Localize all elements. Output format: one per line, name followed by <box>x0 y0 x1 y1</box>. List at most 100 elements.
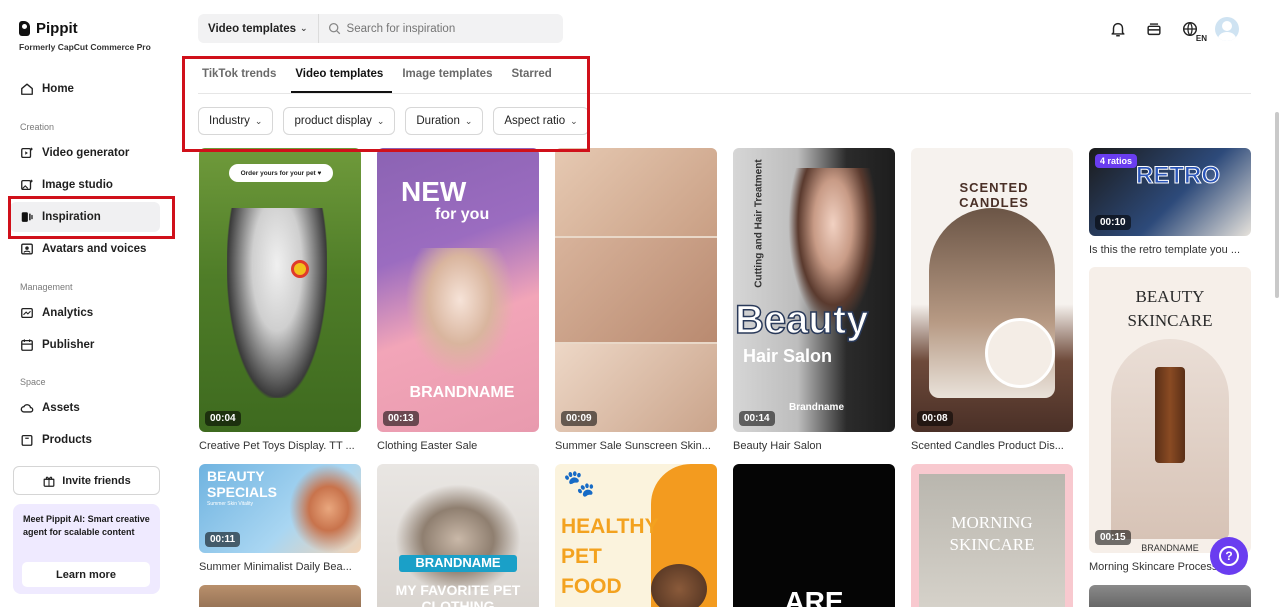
logo[interactable]: Pippit <box>19 20 78 37</box>
card-caption[interactable]: Summer Sale Sunscreen Skin... <box>555 440 717 452</box>
section-label-creation: Creation <box>20 122 55 132</box>
card-caption[interactable]: Clothing Easter Sale <box>377 440 539 452</box>
dog-image <box>227 208 327 398</box>
card-subheadline: Summer Skin Vitality <box>207 501 254 507</box>
sidebar-item-home[interactable]: Home <box>10 74 160 104</box>
gift-icon <box>42 474 56 488</box>
sidebar-item-label: Home <box>42 83 74 95</box>
card-headline: ARE <box>784 586 844 607</box>
sidebar-item-avatars-and-voices[interactable]: Avatars and voices <box>10 234 160 264</box>
filter-label: Industry <box>209 115 250 127</box>
card-headline: MORNING SKINCARE <box>949 513 1035 554</box>
template-card[interactable]: 4 ratios RETRO 00:10 <box>1089 148 1251 236</box>
sidebar-item-publisher[interactable]: Publisher <box>10 330 160 360</box>
filter-aspect-ratio[interactable]: Aspect ratio ⌄ <box>493 107 589 135</box>
sidebar-item-analytics[interactable]: Analytics <box>10 298 160 328</box>
invite-friends-button[interactable]: Invite friends <box>13 466 160 495</box>
sidebar-item-assets[interactable]: Assets <box>10 393 160 423</box>
chevron-down-icon: ⌄ <box>300 23 308 33</box>
tab-starred[interactable]: Starred <box>507 62 560 93</box>
filter-bar: Industry ⌄ product display ⌄ Duration ⌄ Asp… <box>198 107 589 135</box>
card-caption[interactable]: Scented Candles Product Dis... <box>911 440 1073 452</box>
template-card[interactable]: BRANDNAME MY FAVORITE PET CLOTHING <box>377 464 539 607</box>
card-vertical-text: Cutting and Hair Treatment <box>753 159 765 288</box>
card-overlay-text: Order yours for your pet ♥ <box>229 164 333 182</box>
duration-badge: 00:11 <box>205 532 241 547</box>
template-card[interactable]: 00:09 <box>555 148 717 432</box>
language-badge: EN <box>1195 34 1207 43</box>
duration-badge: 00:13 <box>383 411 419 426</box>
template-card[interactable]: Cutting and Hair Treatment Beauty Hair S… <box>733 148 895 432</box>
skincare-photo-1 <box>555 148 717 236</box>
card-headline: SCENTED CANDLES <box>959 180 1029 210</box>
template-card[interactable]: BEAUTY SKINCARE BRANDNAME 00:15 <box>1089 267 1251 553</box>
sidebar-item-label: Image studio <box>42 179 113 191</box>
help-button[interactable]: ? <box>1210 537 1248 575</box>
search-input[interactable] <box>340 22 561 35</box>
image-studio-icon <box>20 178 34 192</box>
sidebar-item-inspiration[interactable]: Inspiration <box>10 202 160 232</box>
template-card[interactable]: NEW for you BRANDNAME 00:13 <box>377 148 539 432</box>
card-caption[interactable]: Is this the retro template you ... <box>1089 244 1251 256</box>
avatar[interactable] <box>1215 17 1239 41</box>
card-headline: Beauty <box>734 297 869 343</box>
scrollbar[interactable] <box>1275 112 1279 298</box>
sidebar-item-image-studio[interactable]: Image studio <box>10 170 160 200</box>
chevron-down-icon: ⌄ <box>570 115 578 126</box>
duration-badge: 00:10 <box>1095 215 1131 230</box>
chevron-down-icon: ⌄ <box>464 115 473 126</box>
search-type-select[interactable]: Video templates ⌄ <box>198 14 319 43</box>
card-brand: BRANDNAME <box>409 384 515 401</box>
template-card[interactable]: ARE <box>733 464 895 607</box>
sidebar: Pippit Formerly CapCut Commerce Pro Home… <box>0 0 176 607</box>
calendar-icon <box>20 338 34 352</box>
avatar-voice-icon <box>20 242 34 256</box>
card-caption[interactable]: Creative Pet Toys Display. TT ... <box>199 440 361 452</box>
template-card[interactable]: 🐾 HEALTHY PET FOOD <box>555 464 717 607</box>
brand-name: Pippit <box>36 20 78 37</box>
promo-card: Meet Pippit AI: Smart creative agent for… <box>13 504 160 594</box>
serum-bottle-image <box>1155 367 1185 463</box>
card-brand: BRANDNAME <box>1141 543 1199 553</box>
filter-label: product display <box>294 115 372 127</box>
duration-badge: 00:14 <box>739 411 775 426</box>
models-image <box>405 248 515 378</box>
template-card[interactable] <box>199 585 361 607</box>
card-headline: BEAUTY SPECIALS <box>207 468 278 500</box>
sidebar-item-label: Products <box>42 434 92 446</box>
template-card[interactable]: MORNING SKINCARE <box>911 464 1073 607</box>
template-card[interactable]: BEAUTY SPECIALS Summer Skin Vitality 00:… <box>199 464 361 553</box>
tab-video-templates[interactable]: Video templates <box>291 62 393 93</box>
card-headline: BEAUTY SKINCARE <box>1127 287 1213 330</box>
card-headline: MY FAVORITE PET CLOTHING <box>395 582 521 607</box>
learn-more-button[interactable]: Learn more <box>22 562 150 587</box>
paw-icon: 🐾 <box>563 468 596 498</box>
bell-icon[interactable] <box>1107 18 1129 40</box>
filter-industry[interactable]: Industry ⌄ <box>198 107 274 135</box>
filter-product-display[interactable]: product display ⌄ <box>283 107 396 135</box>
globe-icon[interactable]: EN <box>1179 18 1207 43</box>
tab-bar: TikTok trends Video templates Image temp… <box>198 62 1251 94</box>
sidebar-item-video-generator[interactable]: Video generator <box>10 138 160 168</box>
tab-image-templates[interactable]: Image templates <box>398 62 501 93</box>
duration-badge: 00:04 <box>205 411 241 426</box>
template-card[interactable] <box>1089 585 1251 607</box>
filter-duration[interactable]: Duration ⌄ <box>405 107 484 135</box>
tab-tiktok-trends[interactable]: TikTok trends <box>198 62 285 93</box>
home-icon <box>20 82 34 96</box>
template-card[interactable]: SCENTED CANDLES 00:08 <box>911 148 1073 432</box>
inbox-icon[interactable] <box>1143 18 1165 40</box>
sidebar-item-products[interactable]: Products <box>10 425 160 455</box>
card-subheadline: for you <box>435 206 490 223</box>
card-caption[interactable]: Summer Minimalist Daily Bea... <box>199 561 361 573</box>
header-actions: EN <box>1107 17 1239 43</box>
promo-text: Meet Pippit AI: Smart creative agent for… <box>23 514 150 537</box>
template-card[interactable]: Order yours for your pet ♥ 00:04 <box>199 148 361 432</box>
product-box-icon <box>20 433 34 447</box>
card-brand: Brandname <box>789 402 845 413</box>
question-icon: ? <box>1219 546 1239 566</box>
duration-badge: 00:15 <box>1095 530 1131 545</box>
card-caption[interactable]: Beauty Hair Salon <box>733 440 895 452</box>
pet-image <box>395 484 521 594</box>
invite-friends-label: Invite friends <box>62 474 131 487</box>
